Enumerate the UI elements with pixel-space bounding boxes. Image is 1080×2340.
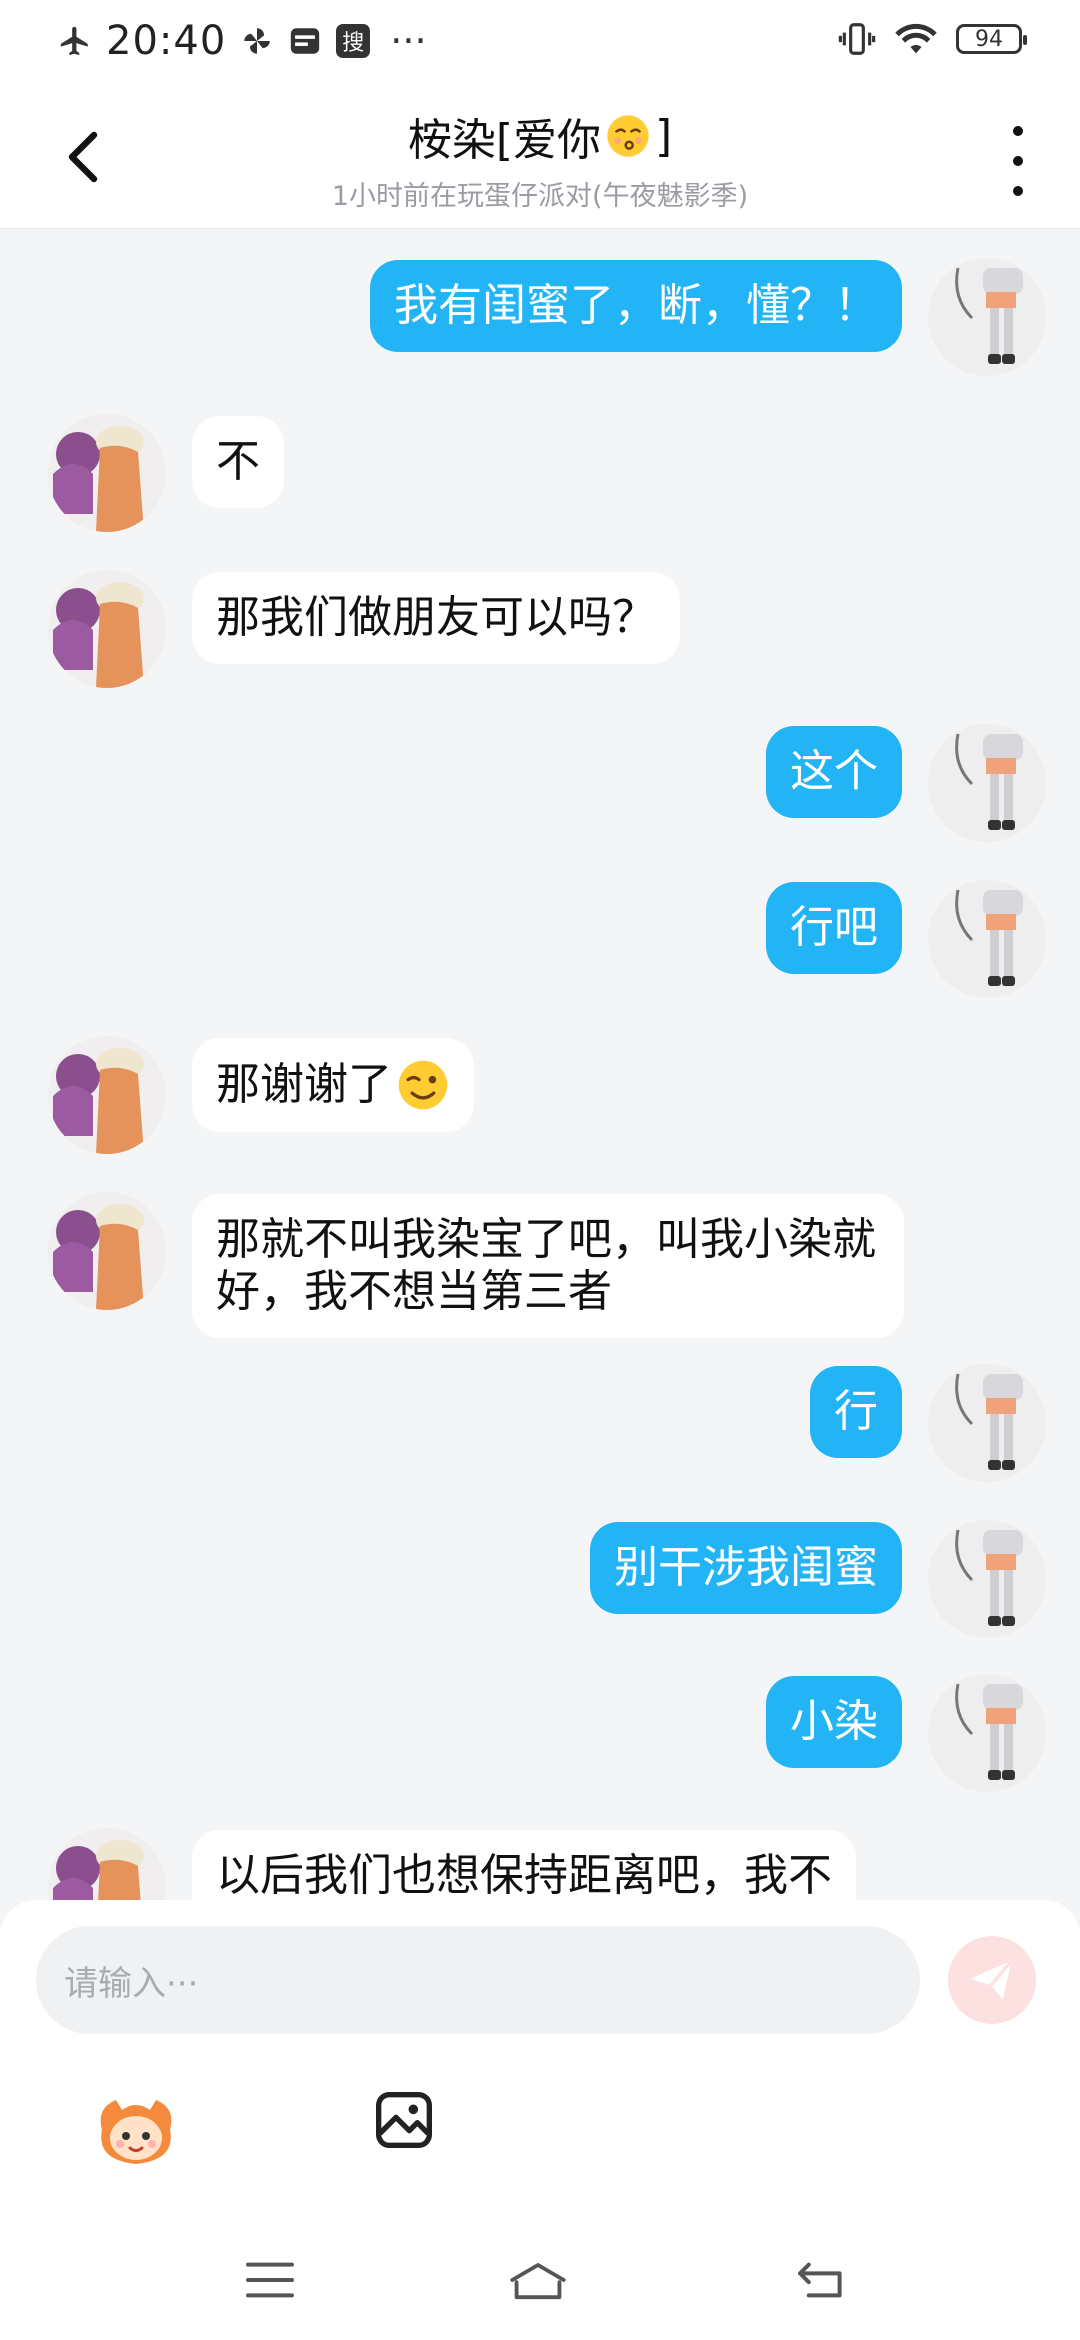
message-bubble[interactable]: 那谢谢了 <box>192 1038 474 1132</box>
contact-avatar[interactable] <box>48 1828 166 1900</box>
vibrate-icon <box>838 23 876 55</box>
message-bubble[interactable]: 行 <box>810 1366 902 1458</box>
status-bar: 20:40 搜 ··· 94 <box>0 0 1080 86</box>
contact-avatar[interactable] <box>48 1192 166 1310</box>
message-bubble[interactable]: 这个 <box>766 726 902 818</box>
message-bubble[interactable]: 小染 <box>766 1676 902 1768</box>
back-button[interactable] <box>62 122 122 192</box>
girl-legs-avatar-icon <box>928 258 1046 376</box>
message-bubble[interactable]: 那我们做朋友可以吗？ <box>192 572 680 664</box>
recent-apps-button[interactable] <box>240 2250 300 2310</box>
winking-face-emoji-icon <box>398 1060 448 1110</box>
girl-beret-avatar-icon <box>48 1828 166 1900</box>
girl-beret-avatar-icon <box>48 1192 166 1310</box>
message-row-outgoing: 行吧 <box>766 880 1046 998</box>
chat-title-block[interactable]: 桉染[爱你 ] 1小时前在玩蛋仔派对(午夜魅影季) <box>200 104 880 213</box>
contact-avatar[interactable] <box>48 570 166 688</box>
message-text: 那谢谢了 <box>216 1059 392 1110</box>
message-row-outgoing: 我有闺蜜了，断，懂？！ <box>370 258 1046 376</box>
kissing-face-emoji-icon <box>607 115 649 157</box>
my-avatar[interactable] <box>928 724 1046 842</box>
home-icon <box>510 2263 566 2300</box>
image-icon <box>376 2092 432 2148</box>
message-row-outgoing: 这个 <box>766 724 1046 842</box>
girl-legs-avatar-icon <box>928 724 1046 842</box>
chat-header: 桉染[爱你 ] 1小时前在玩蛋仔派对(午夜魅影季) <box>0 86 1080 229</box>
airplane-icon <box>60 26 88 56</box>
more-dot <box>1013 186 1023 196</box>
message-bubble[interactable]: 那就不叫我染宝了吧，叫我小染就好，我不想当第三者 <box>192 1194 904 1338</box>
contact-name: 桉染[爱你 <box>407 115 601 166</box>
girl-legs-avatar-icon <box>928 880 1046 998</box>
message-row-outgoing: 别干涉我闺蜜 <box>590 1520 1046 1638</box>
system-nav-bar <box>0 2230 1080 2340</box>
chevron-left-icon <box>68 131 98 183</box>
more-vertical-icon <box>1013 126 1023 136</box>
input-placeholder: 请输入··· <box>64 1963 199 2004</box>
more-dot <box>1013 156 1023 166</box>
more-notifications-indicator: ··· <box>390 19 427 63</box>
girl-legs-avatar-icon <box>928 1364 1046 1482</box>
message-list[interactable]: 我有闺蜜了，断，懂？！ 不 那我们做朋友可以吗？ 这个 行吧 那谢谢了 那就不叫… <box>0 228 1080 1900</box>
battery-icon: 94 <box>956 24 1027 54</box>
mascot-sticker-icon <box>100 2100 172 2164</box>
girl-legs-avatar-icon <box>928 1674 1046 1792</box>
message-row-incoming: 不 <box>48 414 284 532</box>
message-input[interactable]: 请输入··· <box>36 1926 920 2034</box>
pinwheel-icon <box>244 28 271 54</box>
battery-level: 94 <box>975 26 1003 52</box>
contact-avatar[interactable] <box>48 1036 166 1154</box>
menu-icon <box>246 2262 294 2298</box>
chat-title: 桉染[爱你 ] <box>200 104 880 168</box>
presence-status: 1小时前在玩蛋仔派对(午夜魅影季) <box>331 181 749 212</box>
status-time: 20:40 <box>106 18 227 64</box>
message-row-incoming: 那就不叫我染宝了吧，叫我小染就好，我不想当第三者 <box>48 1192 904 1338</box>
image-button[interactable] <box>372 2088 436 2152</box>
message-row-incoming: 那谢谢了 <box>48 1036 474 1154</box>
my-avatar[interactable] <box>928 258 1046 376</box>
girl-beret-avatar-icon <box>48 414 166 532</box>
back-icon <box>798 2262 842 2298</box>
search-badge-icon: 搜 <box>336 24 371 58</box>
back-nav-button[interactable] <box>792 2250 852 2310</box>
my-avatar[interactable] <box>928 1674 1046 1792</box>
wifi-icon <box>895 23 937 54</box>
home-button[interactable] <box>508 2250 568 2310</box>
message-bubble[interactable]: 别干涉我闺蜜 <box>590 1522 902 1614</box>
status-left: 20:40 搜 ··· <box>58 18 427 64</box>
girl-beret-avatar-icon <box>48 1036 166 1154</box>
message-bubble[interactable]: 以后我们也想保持距离吧，我不 <box>192 1830 856 1900</box>
message-bubble[interactable]: 不 <box>192 416 284 508</box>
message-bubble[interactable]: 行吧 <box>766 882 902 974</box>
girl-legs-avatar-icon <box>928 1520 1046 1638</box>
card-icon <box>291 28 320 54</box>
title-suffix: ] <box>655 110 673 162</box>
sticker-button[interactable] <box>92 2086 180 2174</box>
send-icon <box>970 1959 1013 2000</box>
my-avatar[interactable] <box>928 880 1046 998</box>
my-avatar[interactable] <box>928 1364 1046 1482</box>
my-avatar[interactable] <box>928 1520 1046 1638</box>
more-options-button[interactable] <box>998 126 1038 196</box>
status-right: 94 <box>838 20 1027 58</box>
message-bubble[interactable]: 我有闺蜜了，断，懂？！ <box>370 260 902 352</box>
message-row-outgoing: 行 <box>810 1364 1046 1482</box>
send-button[interactable] <box>948 1936 1036 2024</box>
message-row-outgoing: 小染 <box>766 1674 1046 1792</box>
girl-beret-avatar-icon <box>48 570 166 688</box>
contact-avatar[interactable] <box>48 414 166 532</box>
message-row-incoming: 以后我们也想保持距离吧，我不 <box>48 1828 856 1900</box>
message-row-incoming: 那我们做朋友可以吗？ <box>48 570 680 688</box>
